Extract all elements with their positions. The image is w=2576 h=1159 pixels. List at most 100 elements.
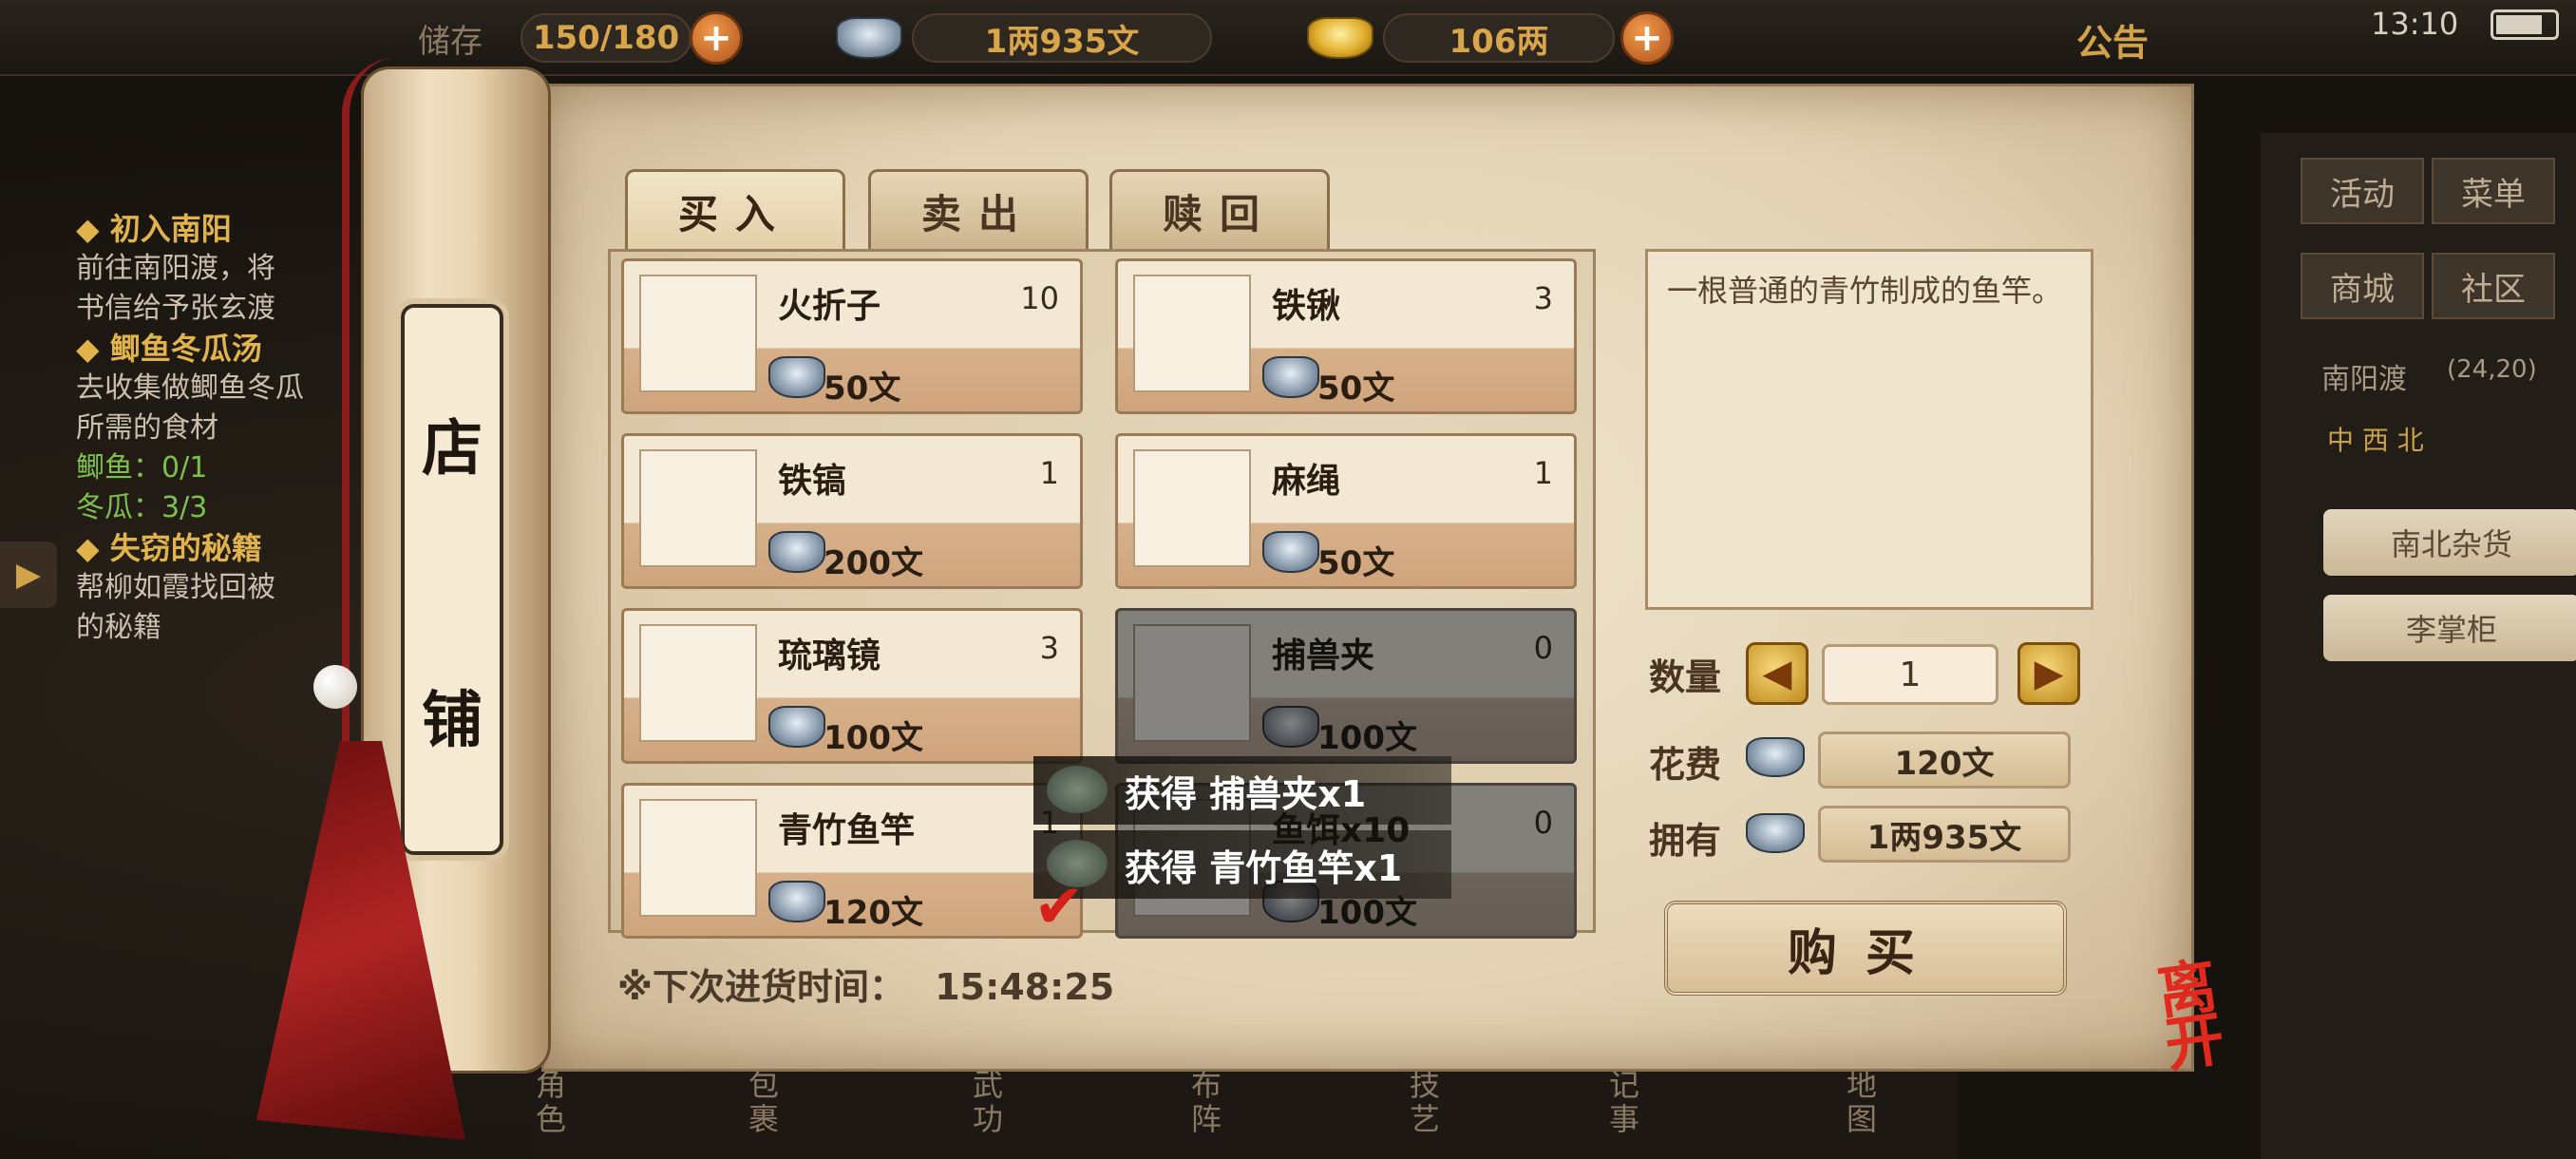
cost-label: 花费 [1649, 744, 1722, 786]
quest-title: ◆ 失窃的秘籍 [76, 530, 262, 566]
quest-desc: 所需的食材 [76, 411, 218, 445]
community-button[interactable]: 社区 [2432, 253, 2555, 319]
item-stock-count: 3 [1039, 630, 1059, 666]
item-stock-count: 1 [1039, 455, 1059, 491]
silver-currency-icon [1262, 531, 1319, 573]
item-price: 50文 [1317, 370, 1395, 408]
bear-trap-icon [1047, 766, 1108, 813]
nav-inventory[interactable]: 包裹 [745, 1068, 783, 1136]
activity-button[interactable]: 活动 [2301, 158, 2424, 224]
quest-desc: 的秘籍 [76, 611, 161, 644]
tab-redeem[interactable]: 赎回 [1109, 169, 1330, 251]
notice-button[interactable]: 公告 [2076, 13, 2149, 66]
item-description: 一根普通的青竹制成的鱼竿。 [1645, 249, 2093, 610]
item-stock-count: 3 [1533, 280, 1553, 316]
buy-button[interactable]: 购买 [1664, 901, 2067, 996]
shop-item-card[interactable]: 火折子 10 50文 [621, 258, 1083, 414]
nav-martial-arts[interactable]: 武功 [969, 1068, 1007, 1136]
nav-journal[interactable]: 记事 [1605, 1068, 1643, 1136]
quest-desc: 书信给予张玄渡 [76, 292, 275, 325]
nav-formation[interactable]: 布阵 [1187, 1068, 1225, 1136]
shop-item-card[interactable]: 青竹鱼竿1120文 [621, 783, 1083, 939]
item-name: 捕兽夹 [1272, 636, 1375, 675]
gold-currency-icon [1307, 17, 1373, 59]
expand-backpack-button[interactable]: + [690, 11, 743, 65]
silver-currency-icon [768, 356, 825, 398]
tab-buy[interactable]: 买入 [625, 169, 845, 251]
quantity-input[interactable]: 1 [1822, 644, 1998, 705]
nav-map[interactable]: 地图 [1843, 1068, 1881, 1136]
quest-tracker[interactable]: ◆ 初入南阳 前往南阳渡，将 书信给予张玄渡 ◆ 鲫鱼冬瓜汤 去收集做鲫鱼冬瓜 … [76, 209, 380, 648]
silver-currency-icon [1262, 706, 1319, 748]
rope-icon [1133, 449, 1251, 567]
quest-desc: 去收集做鲫鱼冬瓜 [76, 371, 304, 405]
silver-currency-icon [1746, 737, 1805, 777]
item-price: 120文 [824, 894, 923, 932]
pickup-toast: 获得 捕兽夹x1 [1033, 756, 1451, 825]
increase-quantity-button[interactable]: ▶ [2017, 642, 2080, 705]
battery-icon [2491, 10, 2559, 40]
shop-title-plaque: 店 铺 [401, 304, 503, 855]
shovel-icon [1133, 275, 1251, 392]
item-price: 50文 [1317, 544, 1395, 582]
restock-timer: ※下次进货时间： 15:48:25 [617, 958, 1114, 1010]
nav-skills[interactable]: 技艺 [1406, 1068, 1444, 1136]
nav-character[interactable]: 角色 [532, 1068, 570, 1136]
decrease-quantity-button[interactable]: ◀ [1746, 642, 1809, 705]
tab-sell[interactable]: 卖出 [868, 169, 1089, 251]
quantity-label: 数量 [1649, 656, 1722, 698]
shop-title-char: 店 [422, 413, 483, 484]
tassel-bead [313, 665, 357, 709]
item-price: 200文 [824, 544, 923, 582]
item-name: 青竹鱼竿 [778, 811, 916, 850]
item-name: 琉璃镜 [778, 636, 881, 675]
quest-panel-toggle-icon[interactable]: ▶ [0, 542, 57, 608]
fire-starter-icon [639, 275, 757, 392]
shop-item-card[interactable]: 铁镐 1 200文 [621, 433, 1083, 589]
shop-item-card[interactable]: 麻绳 1 50文 [1115, 433, 1577, 589]
shop-item-card[interactable]: 捕兽夹 0 100文 [1115, 608, 1577, 764]
toast-text: 获得 捕兽夹x1 [1125, 772, 1367, 815]
npc-shopkeeper-button[interactable]: 李掌柜 [2323, 595, 2576, 661]
mall-button[interactable]: 商城 [2301, 253, 2424, 319]
item-name: 铁镐 [778, 462, 847, 501]
pickup-toast: 获得 青竹鱼竿x1 [1033, 830, 1451, 899]
owned-label: 拥有 [1649, 820, 1722, 862]
menu-button[interactable]: 菜单 [2432, 158, 2555, 224]
silver-currency-icon [768, 706, 825, 748]
silver-currency-icon [768, 881, 825, 922]
location-coords: (24,20) [2447, 355, 2537, 384]
item-stock-count: 0 [1533, 630, 1553, 666]
shop-item-card[interactable]: 琉璃镜 3 100文 [621, 608, 1083, 764]
shop-item-card[interactable]: 铁锹 3 50文 [1115, 258, 1577, 414]
quest-title: ◆ 鲫鱼冬瓜汤 [76, 331, 262, 367]
owned-value: 1两935文 [1818, 806, 2071, 863]
recharge-button[interactable]: + [1620, 11, 1674, 65]
quest-desc: 帮柳如霞找回被 [76, 571, 275, 604]
quest-desc: 前往南阳渡，将 [76, 252, 275, 285]
restock-time: 15:48:25 [935, 966, 1115, 1008]
silver-amount: 1两935文 [912, 13, 1212, 63]
silver-currency-icon [768, 531, 825, 573]
silver-currency-icon [836, 17, 902, 59]
checkmark-icon: ✔ [1033, 872, 1085, 942]
item-name: 火折子 [778, 287, 881, 326]
item-price: 100文 [1317, 719, 1417, 757]
item-stock-count: 10 [1020, 280, 1059, 316]
leave-button[interactable]: 离开 [2153, 951, 2274, 1080]
spyglass-icon [639, 624, 757, 742]
bear-trap-icon [1133, 624, 1251, 742]
compass: 中 西 北 [2327, 425, 2424, 456]
item-name: 麻绳 [1272, 462, 1341, 501]
gold-amount: 106两 [1383, 13, 1615, 63]
item-stock-count: 1 [1533, 455, 1553, 491]
location-name: 南阳渡 [2321, 363, 2407, 396]
clock: 13:10 [2371, 6, 2459, 42]
item-name: 铁锹 [1272, 287, 1341, 326]
npc-shop-button[interactable]: 南北杂货 [2323, 509, 2576, 576]
item-stock-count: 0 [1533, 805, 1553, 841]
quest-progress: 冬瓜：3/3 [76, 491, 208, 524]
backpack-label: 储存 [418, 23, 483, 61]
backpack-capacity: 150/180 [521, 13, 691, 63]
fishing-rod-icon [639, 799, 757, 917]
